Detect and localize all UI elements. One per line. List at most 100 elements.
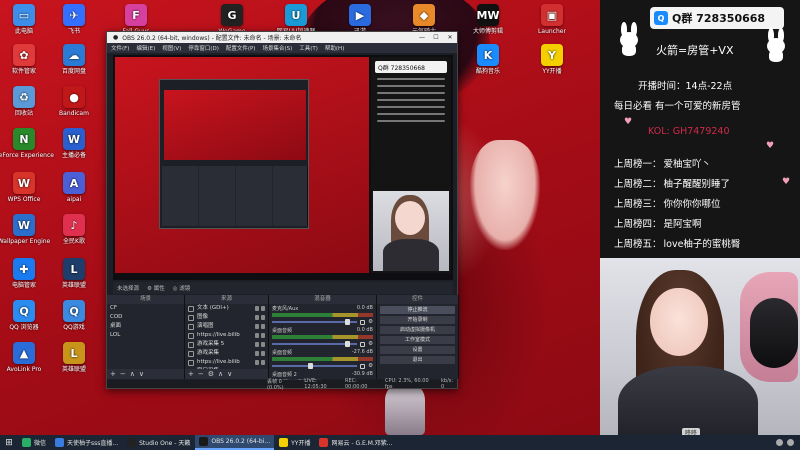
control-button-1[interactable]: 开始录制 xyxy=(380,316,455,324)
remove-icon[interactable]: − xyxy=(198,370,204,378)
desktop-icon-qqgame[interactable]: Q QQ游戏 xyxy=(44,300,104,331)
taskbar-item-2[interactable]: Studio One - 天籁 xyxy=(123,435,194,450)
desktop-icon-baidu[interactable]: ☁ 百度网盘 xyxy=(44,44,104,75)
volume-slider[interactable] xyxy=(272,319,358,325)
speaker-icon[interactable] xyxy=(360,363,366,369)
scenes-dock-title: 场景 xyxy=(107,295,184,304)
chevron-down-icon[interactable]: ∨ xyxy=(139,370,144,378)
volume-slider[interactable] xyxy=(272,341,358,347)
filters-button[interactable]: ◎ 滤镜 xyxy=(173,284,191,292)
rank-value: 是阿宝啊 xyxy=(663,219,702,230)
fallguys-icon: F xyxy=(125,4,147,26)
source-item[interactable]: 游戏采集 xyxy=(185,349,268,358)
source-item[interactable]: 图像 xyxy=(185,313,268,322)
chevron-up-icon[interactable]: ∧ xyxy=(130,370,135,378)
maximize-icon[interactable]: ☐ xyxy=(429,34,443,41)
add-icon[interactable]: + xyxy=(188,370,194,378)
obs-preview[interactable]: Q群 728350668 xyxy=(113,55,453,280)
speaker-icon[interactable] xyxy=(360,341,366,347)
volume-slider[interactable] xyxy=(272,363,358,369)
menu-item-3[interactable]: 停靠窗口(D) xyxy=(188,44,219,52)
volume-slider-row: ⚙ xyxy=(272,363,373,369)
source-item[interactable]: https://live.bilib xyxy=(185,331,268,340)
eye-icon[interactable] xyxy=(255,324,259,329)
gear-icon[interactable]: ⚙ xyxy=(368,341,373,347)
menu-item-2[interactable]: 视图(V) xyxy=(162,44,181,52)
status-cpu: CPU: 2.3%, 60.00 fps xyxy=(384,378,429,390)
volume-slider-handle[interactable] xyxy=(345,341,351,347)
source-item[interactable]: https://live.bilib xyxy=(185,358,268,367)
lock-icon[interactable] xyxy=(261,351,265,356)
add-icon[interactable]: + xyxy=(110,370,116,378)
scene-item[interactable]: CF xyxy=(107,304,184,313)
taskbar-item-5[interactable]: 网易云 - G.E.M.邓紫... xyxy=(315,435,396,450)
status-rec: REC: 00:00:00 xyxy=(344,378,368,390)
remove-icon[interactable]: − xyxy=(120,370,126,378)
properties-button[interactable]: ⚙ 属性 xyxy=(147,284,165,292)
obs-window[interactable]: ● OBS 26.0.2 (64-bit, windows) - 配置文件: 未… xyxy=(106,31,459,391)
menu-item-6[interactable]: 工具(T) xyxy=(299,44,318,52)
tray-icon[interactable] xyxy=(787,439,794,446)
lock-icon[interactable] xyxy=(261,333,265,338)
lock-icon[interactable] xyxy=(261,306,265,311)
obs-titlebar[interactable]: ● OBS 26.0.2 (64-bit, windows) - 配置文件: 未… xyxy=(107,32,457,43)
lock-icon[interactable] xyxy=(261,342,265,347)
lock-icon[interactable] xyxy=(261,324,265,329)
control-button-3[interactable]: 工作室模式 xyxy=(380,336,455,344)
eye-icon[interactable] xyxy=(255,333,259,338)
desktop-icon-live[interactable]: W 主播必备 xyxy=(44,128,104,159)
desktop-icon-launcher[interactable]: ▣ Launcher xyxy=(522,4,582,35)
taskbar-item-4[interactable]: YY开播 xyxy=(275,435,314,450)
close-icon[interactable]: ✕ xyxy=(443,34,457,41)
taskbar-item-3[interactable]: OBS 26.0.2 (64-bi... xyxy=(195,435,275,450)
desktop-icon-flying[interactable]: ✈ 飞书 xyxy=(44,4,104,35)
control-button-0[interactable]: 停止推流 xyxy=(380,306,455,314)
source-item[interactable]: 演唱图 xyxy=(185,322,268,331)
desktop-icon-kugou[interactable]: K 酷狗音乐 xyxy=(458,44,518,75)
taskbar-item-1[interactable]: 天使柚子sss直播... xyxy=(51,435,122,450)
tray-icon[interactable] xyxy=(776,439,783,446)
lock-icon[interactable] xyxy=(261,360,265,365)
chevron-up-icon[interactable]: ∧ xyxy=(218,370,223,378)
scene-item[interactable]: LOL xyxy=(107,331,184,340)
eye-icon[interactable] xyxy=(255,351,259,356)
menu-item-4[interactable]: 配置文件(P) xyxy=(226,44,256,52)
windows-start-icon[interactable]: ⊞ xyxy=(0,435,18,450)
control-button-5[interactable]: 退出 xyxy=(380,356,455,364)
gear-icon[interactable]: ⚙ xyxy=(208,370,214,378)
desktop-icon-aipai[interactable]: Aaipai xyxy=(44,172,104,203)
desktop-icon-bandicam[interactable]: ● Bandicam xyxy=(44,86,104,117)
eye-icon[interactable] xyxy=(255,306,259,311)
desktop-icon-kk[interactable]: ♪ 全民K歌 xyxy=(44,214,104,245)
eye-icon[interactable] xyxy=(255,342,259,347)
chevron-down-icon[interactable]: ∨ xyxy=(227,370,232,378)
lock-icon[interactable] xyxy=(261,315,265,320)
speaker-icon[interactable] xyxy=(360,319,366,325)
menu-item-7[interactable]: 帮助(H) xyxy=(325,44,344,52)
desktop-icon-yingyong[interactable]: L 英雄联盟 xyxy=(44,258,104,289)
menu-item-5[interactable]: 场景集合(S) xyxy=(262,44,292,52)
desktop-icon-mw[interactable]: MW 大师傅剪辑 xyxy=(458,4,518,35)
scene-item[interactable]: 桌面 xyxy=(107,322,184,331)
volume-slider-handle[interactable] xyxy=(345,319,351,325)
preview-nested-desktop xyxy=(115,57,369,273)
scene-item[interactable]: COD xyxy=(107,313,184,322)
source-item[interactable]: 文本 (GDI+) xyxy=(185,304,268,313)
menu-item-1[interactable]: 编辑(E) xyxy=(136,44,155,52)
volume-slider-handle[interactable] xyxy=(307,363,313,369)
source-flags xyxy=(255,351,265,356)
eye-icon[interactable] xyxy=(255,315,259,320)
volume-slider-row: ⚙ xyxy=(272,341,373,347)
gear-icon[interactable]: ⚙ xyxy=(368,363,373,369)
control-button-4[interactable]: 设置 xyxy=(380,346,455,354)
source-item[interactable]: 游戏采集 5 xyxy=(185,340,268,349)
desktop-icon-yingxiong[interactable]: L 英雄联盟 xyxy=(44,342,104,373)
minimize-icon[interactable]: — xyxy=(415,34,429,41)
gear-icon[interactable]: ⚙ xyxy=(368,319,373,325)
menu-item-0[interactable]: 文件(F) xyxy=(111,44,129,52)
taskbar-item-0[interactable]: 微信 xyxy=(18,435,50,450)
source-flags xyxy=(255,306,265,311)
control-button-2[interactable]: 启动虚拟摄像机 xyxy=(380,326,455,334)
desktop-icon-yyopen[interactable]: Y YY开播 xyxy=(522,44,582,75)
eye-icon[interactable] xyxy=(255,360,259,365)
